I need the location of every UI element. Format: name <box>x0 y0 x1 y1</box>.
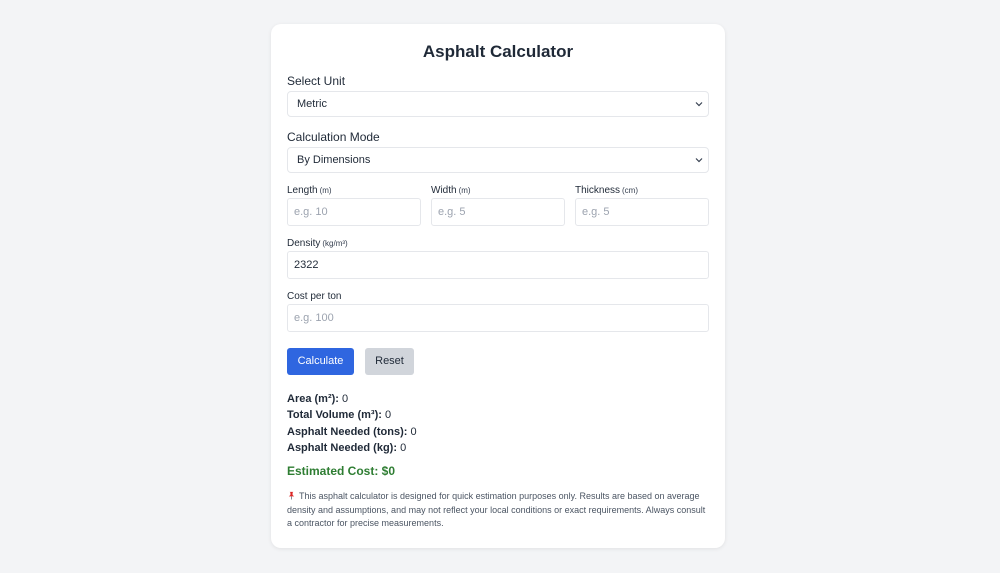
density-input[interactable]: 2322 <box>287 251 709 279</box>
unit-select-value: Metric <box>297 98 327 110</box>
estimated-cost-value: 0 <box>388 464 396 478</box>
calculator-card: Asphalt Calculator Select Unit Metric Ca… <box>271 24 725 548</box>
estimated-cost: Estimated Cost: $0 <box>287 464 395 478</box>
disclaimer-text: This asphalt calculator is designed for … <box>287 491 706 528</box>
tons-result: Asphalt Needed (tons): 0 <box>287 426 417 438</box>
volume-result-value: 0 <box>384 409 392 421</box>
tons-result-label: Asphalt Needed (tons): <box>287 426 408 438</box>
estimated-cost-label: Estimated Cost: $ <box>287 464 389 478</box>
area-result: Area (m²): 0 <box>287 393 348 405</box>
width-input[interactable]: e.g. 5 <box>431 198 565 226</box>
thickness-unit: (cm) <box>622 186 639 195</box>
volume-result: Total Volume (m³): 0 <box>287 409 391 421</box>
area-result-label: Area (m²): <box>287 393 339 405</box>
width-unit: (m) <box>458 186 471 195</box>
thickness-label: Thickness (cm) <box>575 185 638 196</box>
kg-result: Asphalt Needed (kg): 0 <box>287 442 406 454</box>
unit-label: Select Unit <box>287 74 346 88</box>
cost-per-ton-placeholder: e.g. 100 <box>294 312 334 324</box>
disclaimer-note: This asphalt calculator is designed for … <box>287 490 711 530</box>
density-label-text: Density <box>287 238 321 249</box>
page-title: Asphalt Calculator <box>422 42 574 61</box>
length-label-text: Length <box>287 185 318 196</box>
length-input[interactable]: e.g. 10 <box>287 198 421 226</box>
length-placeholder: e.g. 10 <box>294 206 328 218</box>
thickness-placeholder: e.g. 5 <box>582 206 610 218</box>
chevron-down-icon <box>693 148 705 172</box>
length-label: Length (m) <box>287 185 332 196</box>
cost-per-ton-label: Cost per ton <box>287 291 342 302</box>
width-placeholder: e.g. 5 <box>438 206 466 218</box>
volume-result-label: Total Volume (m³): <box>287 409 382 421</box>
pin-icon <box>287 491 296 504</box>
tons-result-value: 0 <box>410 426 417 438</box>
reset-button[interactable]: Reset <box>365 348 414 375</box>
thickness-label-text: Thickness <box>575 185 621 196</box>
thickness-input[interactable]: e.g. 5 <box>575 198 709 226</box>
mode-select[interactable]: By Dimensions <box>287 147 709 173</box>
kg-result-label: Asphalt Needed (kg): <box>287 442 398 454</box>
cost-per-ton-input[interactable]: e.g. 100 <box>287 304 709 332</box>
width-label: Width (m) <box>431 185 471 196</box>
mode-label: Calculation Mode <box>287 130 380 144</box>
length-unit: (m) <box>319 186 332 195</box>
density-value: 2322 <box>294 259 319 271</box>
unit-select[interactable]: Metric <box>287 91 709 117</box>
density-unit: (kg/m³) <box>322 239 348 248</box>
area-result-value: 0 <box>342 393 349 405</box>
calculate-button[interactable]: Calculate <box>287 348 354 375</box>
chevron-down-icon <box>693 92 705 116</box>
kg-result-value: 0 <box>400 442 407 454</box>
width-label-text: Width <box>431 185 457 196</box>
density-label: Density (kg/m³) <box>287 238 348 249</box>
mode-select-value: By Dimensions <box>297 154 371 166</box>
